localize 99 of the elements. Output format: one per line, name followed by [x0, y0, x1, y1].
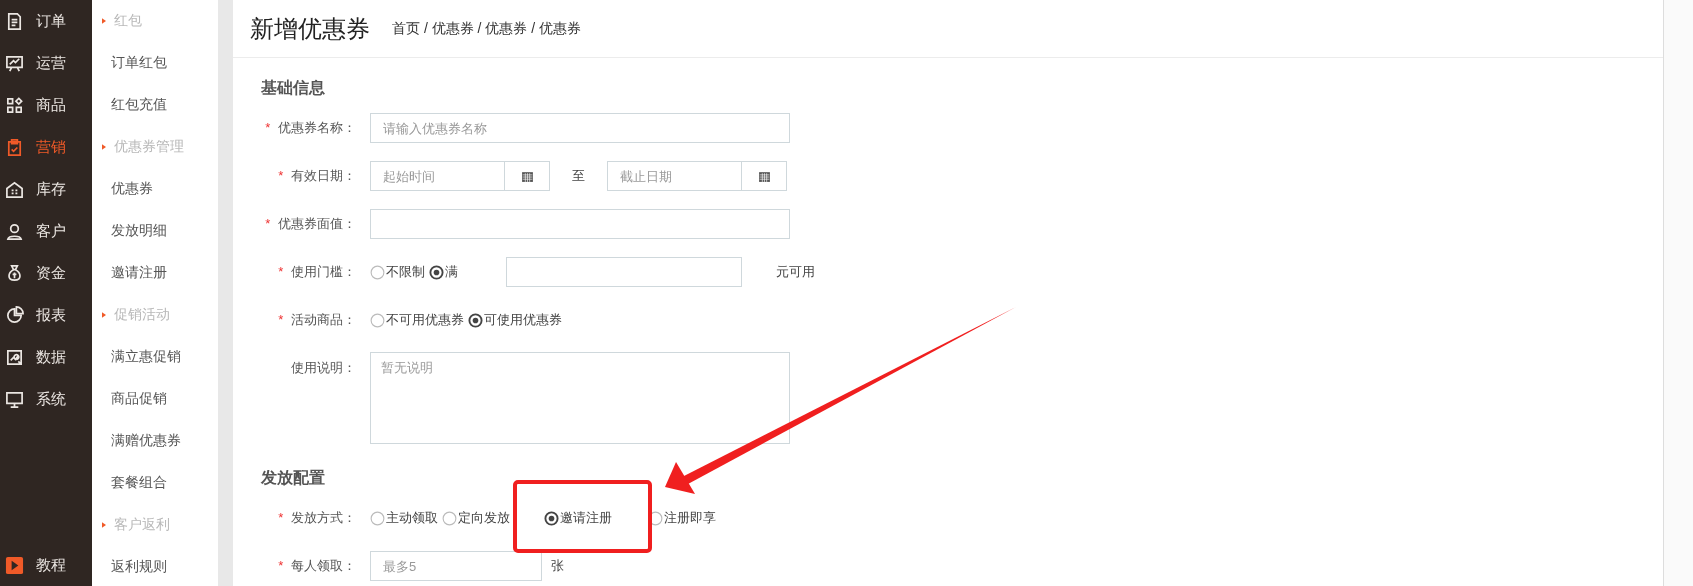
menu-group-title: 客户返利 [114, 516, 170, 534]
pie-chart-icon [5, 305, 24, 325]
required-mark: * [278, 264, 284, 279]
nav-label: 资金 [36, 263, 66, 283]
play-icon [5, 555, 24, 575]
menu-group-title: 优惠券管理 [114, 138, 184, 156]
chart-board-icon [5, 53, 24, 73]
radio-option[interactable]: 主动领取 [370, 509, 438, 527]
calendar-button[interactable] [505, 161, 550, 191]
required-mark: * [265, 120, 271, 135]
date-input[interactable]: 截止日期 [607, 161, 742, 191]
calendar-icon [757, 169, 771, 183]
nav-label: 订单 [36, 11, 66, 31]
required-mark: * [278, 312, 284, 327]
menu-item[interactable]: 套餐组合 [111, 462, 218, 504]
caret-icon [102, 522, 106, 528]
nav-label: 库存 [36, 179, 66, 199]
menu-item[interactable]: 优惠券 [111, 168, 218, 210]
menu-group-title: 促销活动 [114, 306, 170, 324]
required-mark: * [278, 510, 284, 525]
menu-item[interactable]: 邀请注册 [111, 252, 218, 294]
nav-item[interactable]: 教程 [0, 544, 92, 586]
radio-option[interactable]: 邀请注册 [544, 509, 612, 527]
nav-item[interactable]: 客户 [0, 210, 92, 252]
radio-button[interactable] [544, 510, 559, 526]
nav-item[interactable]: 营销 [0, 126, 92, 168]
nav-item[interactable]: 资金 [0, 252, 92, 294]
field-label: 使用门槛： [291, 264, 356, 279]
section-title: 发放配置 [261, 468, 326, 488]
radio-button[interactable] [370, 264, 385, 280]
nav-item[interactable]: 商品 [0, 84, 92, 126]
date-input[interactable]: 起始时间 [370, 161, 505, 191]
person-icon [5, 221, 24, 241]
range-separator: 至 [571, 167, 586, 185]
field-label: 使用说明： [291, 360, 356, 375]
unit-label: 张 [551, 557, 564, 575]
radio-button[interactable] [442, 510, 457, 526]
radio-button[interactable] [370, 510, 385, 526]
menu-item[interactable]: 订单红包 [111, 42, 218, 84]
field-label: 活动商品： [291, 312, 356, 327]
magnifier-chart-icon [5, 347, 24, 367]
required-mark: * [278, 558, 284, 573]
menu-item[interactable]: 发放明细 [111, 210, 218, 252]
unit-label: 元可用 [776, 263, 815, 281]
input-field[interactable] [506, 257, 742, 287]
nav-item[interactable]: 库存 [0, 168, 92, 210]
required-mark: * [278, 168, 284, 183]
radio-button[interactable] [468, 312, 483, 328]
nav-item[interactable]: 报表 [0, 294, 92, 336]
menu-item[interactable]: 满立惠促销 [111, 336, 218, 378]
nav-label: 客户 [36, 221, 66, 241]
field-label: 有效日期： [291, 168, 356, 183]
radio-option[interactable]: 满 [429, 263, 458, 281]
menu-item[interactable]: 红包充值 [111, 84, 218, 126]
radio-option[interactable]: 定向发放 [442, 509, 510, 527]
input-field[interactable]: 最多5 [370, 551, 542, 581]
input-field[interactable] [370, 209, 790, 239]
nav-label: 数据 [36, 347, 66, 367]
description-field[interactable]: 暂无说明 [370, 352, 790, 444]
field-label: 发放方式： [291, 510, 356, 525]
input-field[interactable]: 请输入优惠券名称 [370, 113, 790, 143]
building-icon [5, 179, 24, 199]
money-bag-icon [5, 263, 24, 283]
required-mark: * [265, 216, 271, 231]
calendar-button[interactable] [742, 161, 787, 191]
field-label: 每人领取： [291, 558, 356, 573]
nav-item[interactable]: 运营 [0, 42, 92, 84]
radio-option[interactable]: 可使用优惠券 [468, 311, 562, 329]
menu-item[interactable]: 返利规则 [111, 546, 218, 586]
clipboard-icon [5, 137, 24, 157]
menu-group-title: 红包 [114, 12, 142, 30]
section-title: 基础信息 [261, 78, 326, 98]
caret-icon [102, 18, 106, 24]
nav-label: 教程 [36, 555, 66, 575]
nav-label: 运营 [36, 53, 66, 73]
nav-label: 系统 [36, 389, 66, 409]
document-icon [5, 11, 24, 31]
menu-item[interactable]: 满赠优惠券 [111, 420, 218, 462]
caret-icon [102, 144, 106, 150]
grid-icon [5, 95, 24, 115]
radio-option[interactable]: 不可用优惠券 [370, 311, 464, 329]
radio-option[interactable]: 不限制 [370, 263, 425, 281]
nav-label: 报表 [36, 305, 66, 325]
nav-item[interactable]: 订单 [0, 0, 92, 42]
monitor-icon [5, 389, 24, 409]
caret-icon [102, 312, 106, 318]
breadcrumb: 首页 / 优惠券 / 优惠券 / 优惠券 [392, 19, 581, 38]
radio-option[interactable]: 注册即享 [648, 509, 716, 527]
nav-label: 商品 [36, 95, 66, 115]
menu-item[interactable]: 商品促销 [111, 378, 218, 420]
nav-item[interactable]: 系统 [0, 378, 92, 420]
field-label: 优惠券面值： [278, 216, 356, 231]
radio-button[interactable] [370, 312, 385, 328]
nav-item[interactable]: 数据 [0, 336, 92, 378]
page-title: 新增优惠券 [250, 13, 370, 44]
field-label: 优惠券名称： [278, 120, 356, 135]
nav-label: 营销 [36, 137, 66, 157]
radio-button[interactable] [429, 264, 444, 280]
calendar-icon [520, 169, 534, 183]
